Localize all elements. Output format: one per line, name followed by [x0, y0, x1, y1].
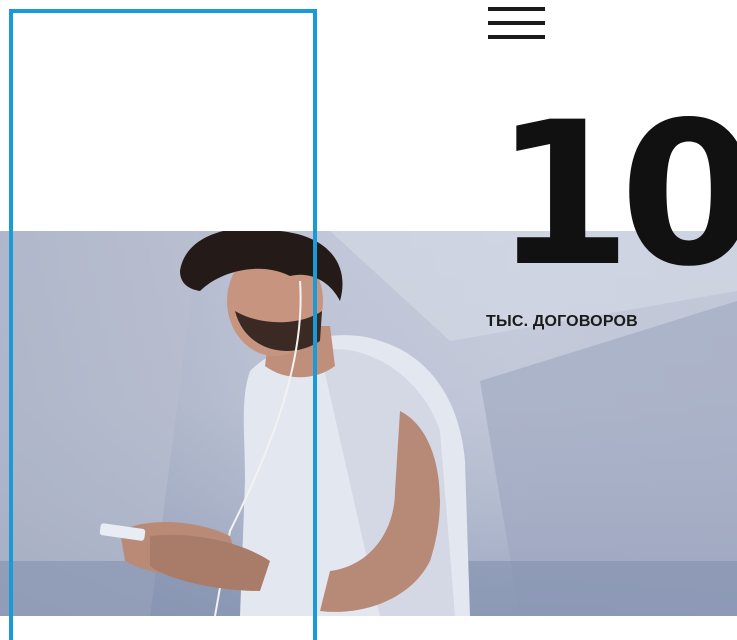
menu-bar-middle — [488, 21, 545, 25]
stat-value: 102 — [494, 79, 737, 310]
page: 102 ТЫС. ДОГОВОРОВ — [0, 0, 737, 640]
decorative-frame — [9, 9, 317, 640]
menu-bar-bottom — [488, 35, 545, 39]
stat-label: ТЫС. ДОГОВОРОВ — [486, 313, 638, 330]
menu-bar-top — [488, 7, 545, 11]
hamburger-menu-icon[interactable] — [488, 5, 545, 41]
